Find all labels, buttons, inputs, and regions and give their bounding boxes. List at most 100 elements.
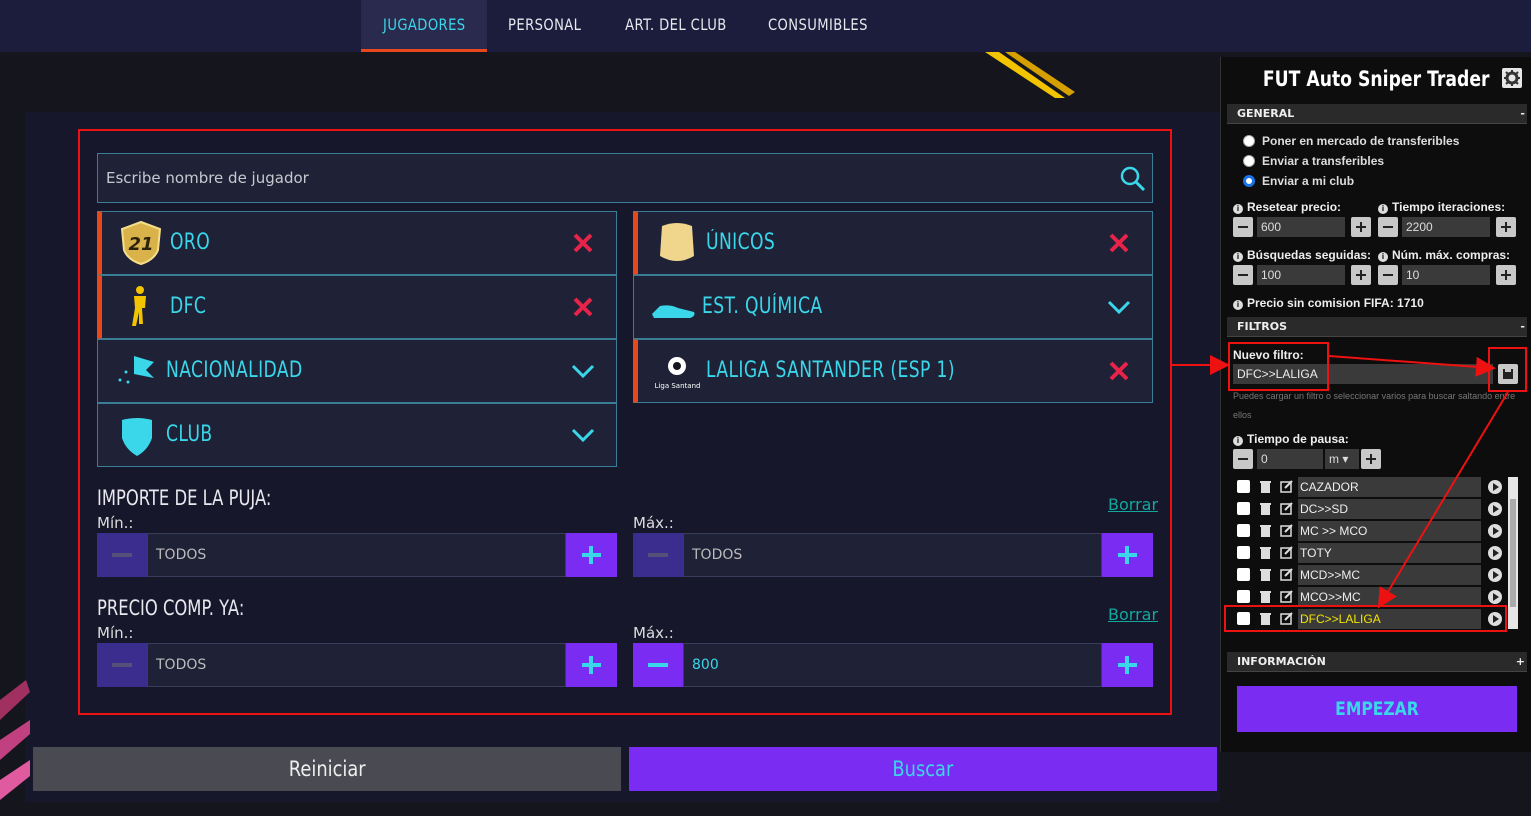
searches-input[interactable]: 100 <box>1257 265 1345 285</box>
buy-now-clear-link[interactable]: Borrar <box>1108 605 1158 624</box>
search-icon[interactable] <box>1120 166 1146 192</box>
play-icon[interactable] <box>1488 568 1502 582</box>
increment-button[interactable] <box>1351 217 1371 237</box>
edit-icon[interactable] <box>1280 524 1293 537</box>
play-icon[interactable] <box>1488 590 1502 604</box>
tab-personal[interactable]: PERSONAL <box>490 0 600 52</box>
filter-checkbox[interactable] <box>1237 480 1250 493</box>
trash-icon[interactable] <box>1259 502 1272 515</box>
decrement-button[interactable] <box>633 643 683 687</box>
reset-button[interactable]: Reiniciar <box>33 747 621 791</box>
saved-filter-name: TOTY <box>1298 543 1481 563</box>
save-icon[interactable] <box>1498 364 1518 384</box>
clear-icon[interactable] <box>570 230 596 256</box>
filter-position[interactable]: DFC <box>97 275 617 339</box>
pause-input[interactable]: 0 <box>1257 449 1323 469</box>
filter-checkbox[interactable] <box>1237 546 1250 559</box>
decrement-button[interactable] <box>97 533 147 577</box>
play-icon[interactable] <box>1488 480 1502 494</box>
increment-button[interactable] <box>1361 449 1381 469</box>
info-section-header[interactable]: INFORMACIÓN + <box>1227 652 1527 672</box>
iter-time-input[interactable]: 2200 <box>1402 217 1490 237</box>
general-section-header[interactable]: GENERAL - <box>1227 104 1527 124</box>
bid-min-value[interactable]: TODOS <box>147 533 566 577</box>
trash-icon[interactable] <box>1259 612 1272 625</box>
tab-jugadores[interactable]: JUGADORES <box>361 0 487 52</box>
increment-button[interactable] <box>1496 217 1516 237</box>
saved-filter-row[interactable]: TOTY <box>1231 543 1521 563</box>
decrement-button[interactable] <box>1378 265 1398 285</box>
filter-checkbox[interactable] <box>1237 524 1250 537</box>
chevron-down-icon[interactable] <box>570 358 596 384</box>
tab-art-del-club[interactable]: ART. DEL CLUB <box>612 0 740 52</box>
gear-icon[interactable] <box>1502 68 1522 88</box>
clear-icon[interactable] <box>1106 358 1132 384</box>
trash-icon[interactable] <box>1259 590 1272 603</box>
increment-button[interactable] <box>1102 533 1153 577</box>
buy-now-min-value[interactable]: TODOS <box>147 643 566 687</box>
filter-checkbox[interactable] <box>1237 612 1250 625</box>
play-icon[interactable] <box>1488 546 1502 560</box>
player-search <box>97 153 1153 203</box>
filter-nationality[interactable]: NACIONALIDAD <box>97 339 617 403</box>
filter-checkbox[interactable] <box>1237 502 1250 515</box>
decrement-button[interactable] <box>1233 217 1253 237</box>
bid-clear-link[interactable]: Borrar <box>1108 495 1158 514</box>
filter-quality[interactable]: 21 ORO <box>97 211 617 275</box>
clear-icon[interactable] <box>1106 230 1132 256</box>
saved-filter-row[interactable]: MCO>>MC <box>1231 587 1521 607</box>
saved-filter-row[interactable]: MCD>>MC <box>1231 565 1521 585</box>
edit-icon[interactable] <box>1280 612 1293 625</box>
increment-button[interactable] <box>1496 265 1516 285</box>
edit-icon[interactable] <box>1280 480 1293 493</box>
radio-send-club[interactable]: Enviar a mi club <box>1243 174 1354 188</box>
increment-button[interactable] <box>566 643 617 687</box>
max-buys-input[interactable]: 10 <box>1402 265 1490 285</box>
increment-button[interactable] <box>1102 643 1153 687</box>
saved-filter-row[interactable]: MC >> MCO <box>1231 521 1521 541</box>
edit-icon[interactable] <box>1280 546 1293 559</box>
tab-consumibles[interactable]: CONSUMIBLES <box>752 0 884 52</box>
search-button[interactable]: Buscar <box>629 747 1217 791</box>
clear-icon[interactable] <box>570 294 596 320</box>
filter-checkbox[interactable] <box>1237 590 1250 603</box>
decrement-button[interactable] <box>97 643 147 687</box>
play-icon[interactable] <box>1488 524 1502 538</box>
filter-chemistry[interactable]: EST. QUÍMICA <box>633 275 1153 339</box>
trash-icon[interactable] <box>1259 524 1272 537</box>
filter-checkbox[interactable] <box>1237 568 1250 581</box>
decrement-button[interactable] <box>1233 265 1253 285</box>
reset-price-input[interactable]: 600 <box>1257 217 1345 237</box>
decrement-button[interactable] <box>633 533 683 577</box>
scrollbar[interactable] <box>1508 477 1518 629</box>
decrement-button[interactable] <box>1233 449 1253 469</box>
filter-club[interactable]: CLUB <box>97 403 617 467</box>
filters-section-header[interactable]: FILTROS - <box>1227 317 1527 337</box>
increment-button[interactable] <box>566 533 617 577</box>
play-icon[interactable] <box>1488 502 1502 516</box>
new-filter-input[interactable]: DFC>>LALIGA <box>1233 364 1493 384</box>
edit-icon[interactable] <box>1280 590 1293 603</box>
edit-icon[interactable] <box>1280 502 1293 515</box>
play-icon[interactable] <box>1488 612 1502 626</box>
trash-icon[interactable] <box>1259 546 1272 559</box>
saved-filter-row[interactable]: DC>>SD <box>1231 499 1521 519</box>
chevron-down-icon[interactable] <box>570 422 596 448</box>
saved-filter-row[interactable]: CAZADOR <box>1231 477 1521 497</box>
filter-rarity[interactable]: ÚNICOS <box>633 211 1153 275</box>
radio-transfer-list[interactable]: Poner en mercado de transferibles <box>1243 134 1459 148</box>
chevron-down-icon[interactable] <box>1106 294 1132 320</box>
pause-unit-select[interactable]: m ▾ <box>1325 449 1359 469</box>
player-search-input[interactable] <box>98 154 1098 202</box>
bid-max-value[interactable]: TODOS <box>683 533 1102 577</box>
decrement-button[interactable] <box>1378 217 1398 237</box>
trash-icon[interactable] <box>1259 568 1272 581</box>
buy-now-max-value[interactable]: 800 <box>683 643 1102 687</box>
trash-icon[interactable] <box>1259 480 1272 493</box>
saved-filter-row[interactable]: DFC>>LALIGA <box>1231 609 1521 629</box>
increment-button[interactable] <box>1351 265 1371 285</box>
edit-icon[interactable] <box>1280 568 1293 581</box>
radio-send-transfers[interactable]: Enviar a transferibles <box>1243 154 1384 168</box>
start-button[interactable]: EMPEZAR <box>1237 686 1517 732</box>
filter-league[interactable]: LaLiga Santander LALIGA SANTANDER (ESP 1… <box>633 339 1153 403</box>
